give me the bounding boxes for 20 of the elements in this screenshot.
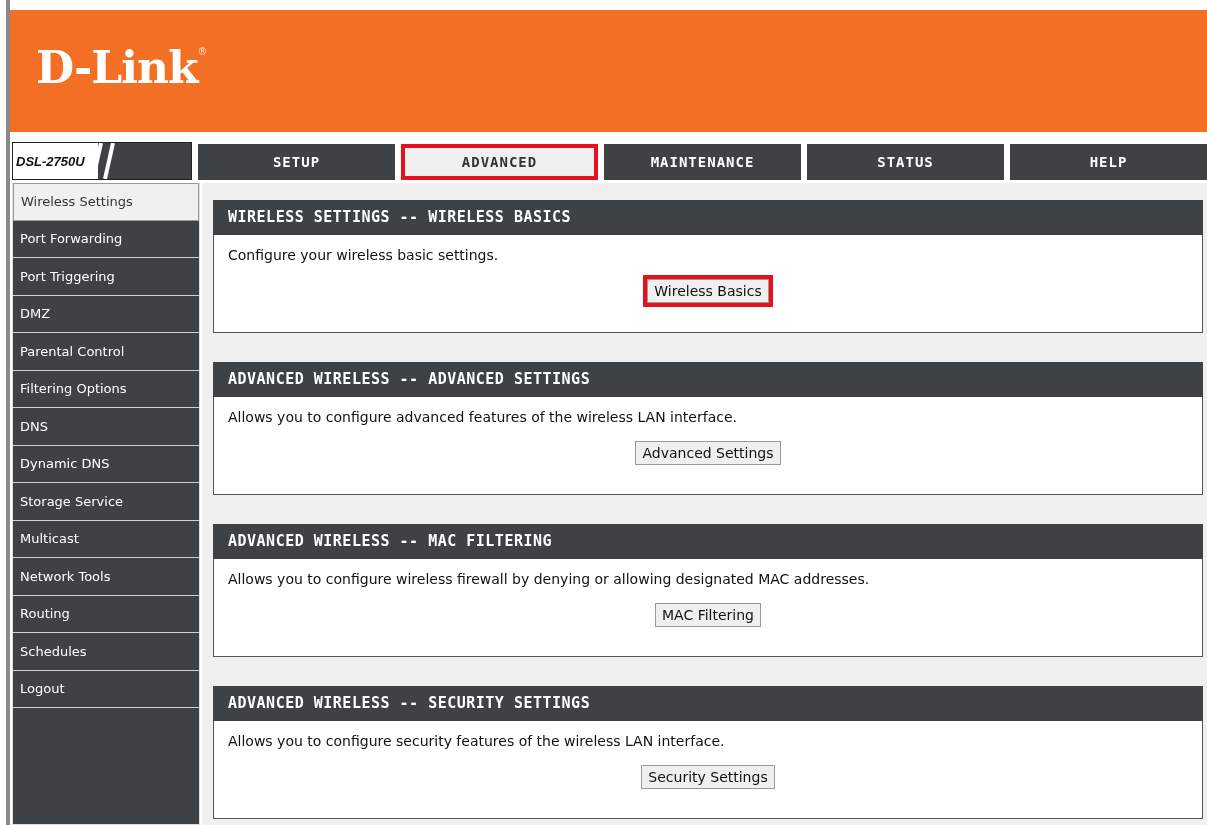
model-name: DSL-2750U — [15, 153, 85, 169]
section-button[interactable]: Advanced Settings — [635, 441, 781, 465]
nav-tab[interactable]: HELP — [1010, 144, 1207, 180]
section-description: Configure your wireless basic settings. — [228, 247, 500, 263]
sidebar-item[interactable]: Wireless Settings — [13, 183, 199, 221]
section-button[interactable]: MAC Filtering — [655, 603, 761, 627]
nav-tab[interactable]: STATUS — [807, 144, 1004, 180]
section-title: ADVANCED WIRELESS -- SECURITY SETTINGS — [213, 686, 1203, 721]
section-description: Allows you to configure advanced features of the wireless LAN interface. — [228, 409, 738, 425]
section-button[interactable]: Security Settings — [641, 765, 775, 789]
nav-tab[interactable]: MAINTENANCE — [604, 144, 801, 180]
trademark-mark: ® — [197, 46, 208, 57]
section-description: Allows you to configure wireless firewall by denying or allowing designated MAC addresses. — [228, 571, 871, 587]
section-title: WIRELESS SETTINGS -- WIRELESS BASICS — [213, 200, 1203, 235]
section-description: Allows you to configure security features of the wireless LAN interface. — [228, 733, 726, 749]
logo: D-Link — [36, 46, 198, 90]
section-title: ADVANCED WIRELESS -- ADVANCED SETTINGS — [213, 362, 1203, 397]
section-title: ADVANCED WIRELESS -- MAC FILTERING — [213, 524, 1203, 559]
nav-tab[interactable]: ADVANCED — [401, 144, 598, 180]
nav-tab[interactable]: SETUP — [198, 144, 395, 180]
